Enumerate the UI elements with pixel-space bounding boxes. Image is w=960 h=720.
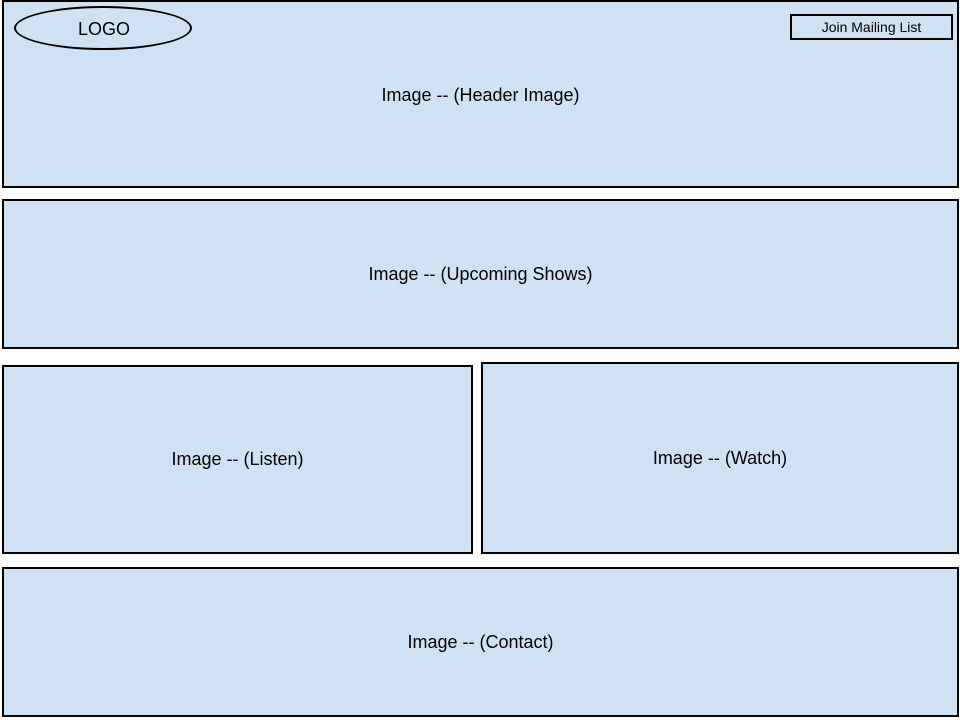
listen-image-placeholder[interactable]: Image -- (Listen) xyxy=(2,365,473,554)
contact-image-placeholder[interactable]: Image -- (Contact) xyxy=(2,567,959,717)
watch-label: Image -- (Watch) xyxy=(652,447,788,468)
listen-label: Image -- (Listen) xyxy=(171,449,304,469)
upcoming-shows-label: Image -- (Upcoming Shows) xyxy=(368,263,593,284)
contact-label: Image -- (Contact) xyxy=(407,631,554,652)
logo-text: LOGO xyxy=(78,19,131,39)
header-image-placeholder: Image -- (Header Image) LOGO Join Mailin… xyxy=(2,0,959,188)
logo[interactable]: LOGO xyxy=(14,6,192,50)
header-image-label: Image -- (Header Image) xyxy=(381,85,580,105)
join-mailing-list-button[interactable]: Join Mailing List xyxy=(790,14,953,40)
watch-image-placeholder[interactable]: Image -- (Watch) xyxy=(481,362,959,554)
upcoming-shows-image-placeholder[interactable]: Image -- (Upcoming Shows) xyxy=(2,199,959,349)
